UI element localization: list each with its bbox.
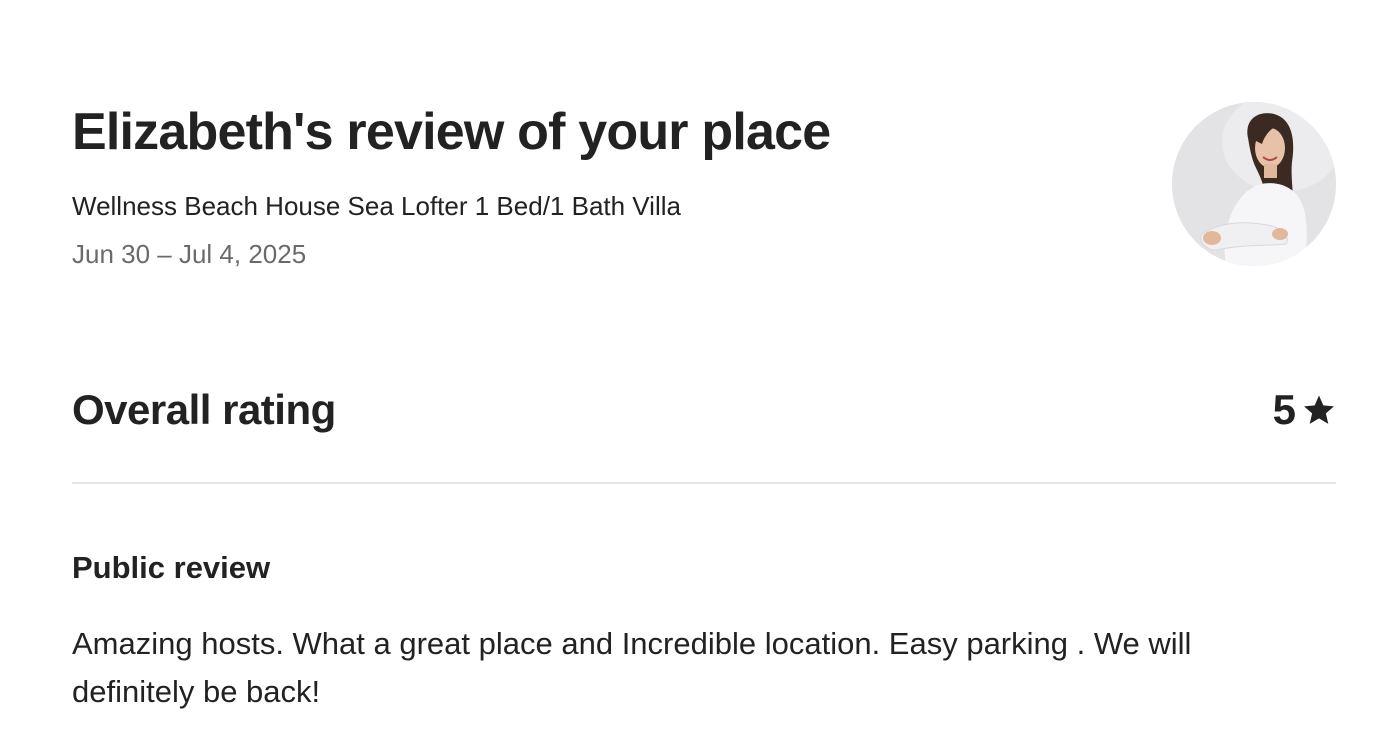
overall-rating-value-group: 5 xyxy=(1273,382,1336,438)
public-review-text: Amazing hosts. What a great place and In… xyxy=(72,626,1192,709)
page-title: Elizabeth's review of your place xyxy=(72,103,831,161)
star-icon xyxy=(1302,393,1336,427)
overall-rating-row: Overall rating 5 xyxy=(72,382,1336,438)
listing-name: Wellness Beach House Sea Lofter 1 Bed/1 … xyxy=(72,191,681,221)
avatar-photo xyxy=(1172,102,1336,266)
overall-rating-value: 5 xyxy=(1272,386,1296,433)
overall-rating-label: Overall rating xyxy=(72,386,336,433)
section-divider xyxy=(72,482,1336,484)
public-review-heading: Public review xyxy=(72,550,271,585)
avatar[interactable] xyxy=(1172,102,1336,266)
stay-dates: Jun 30 – Jul 4, 2025 xyxy=(72,239,307,269)
review-page: Elizabeth's review of your place Wellnes… xyxy=(72,0,1336,742)
